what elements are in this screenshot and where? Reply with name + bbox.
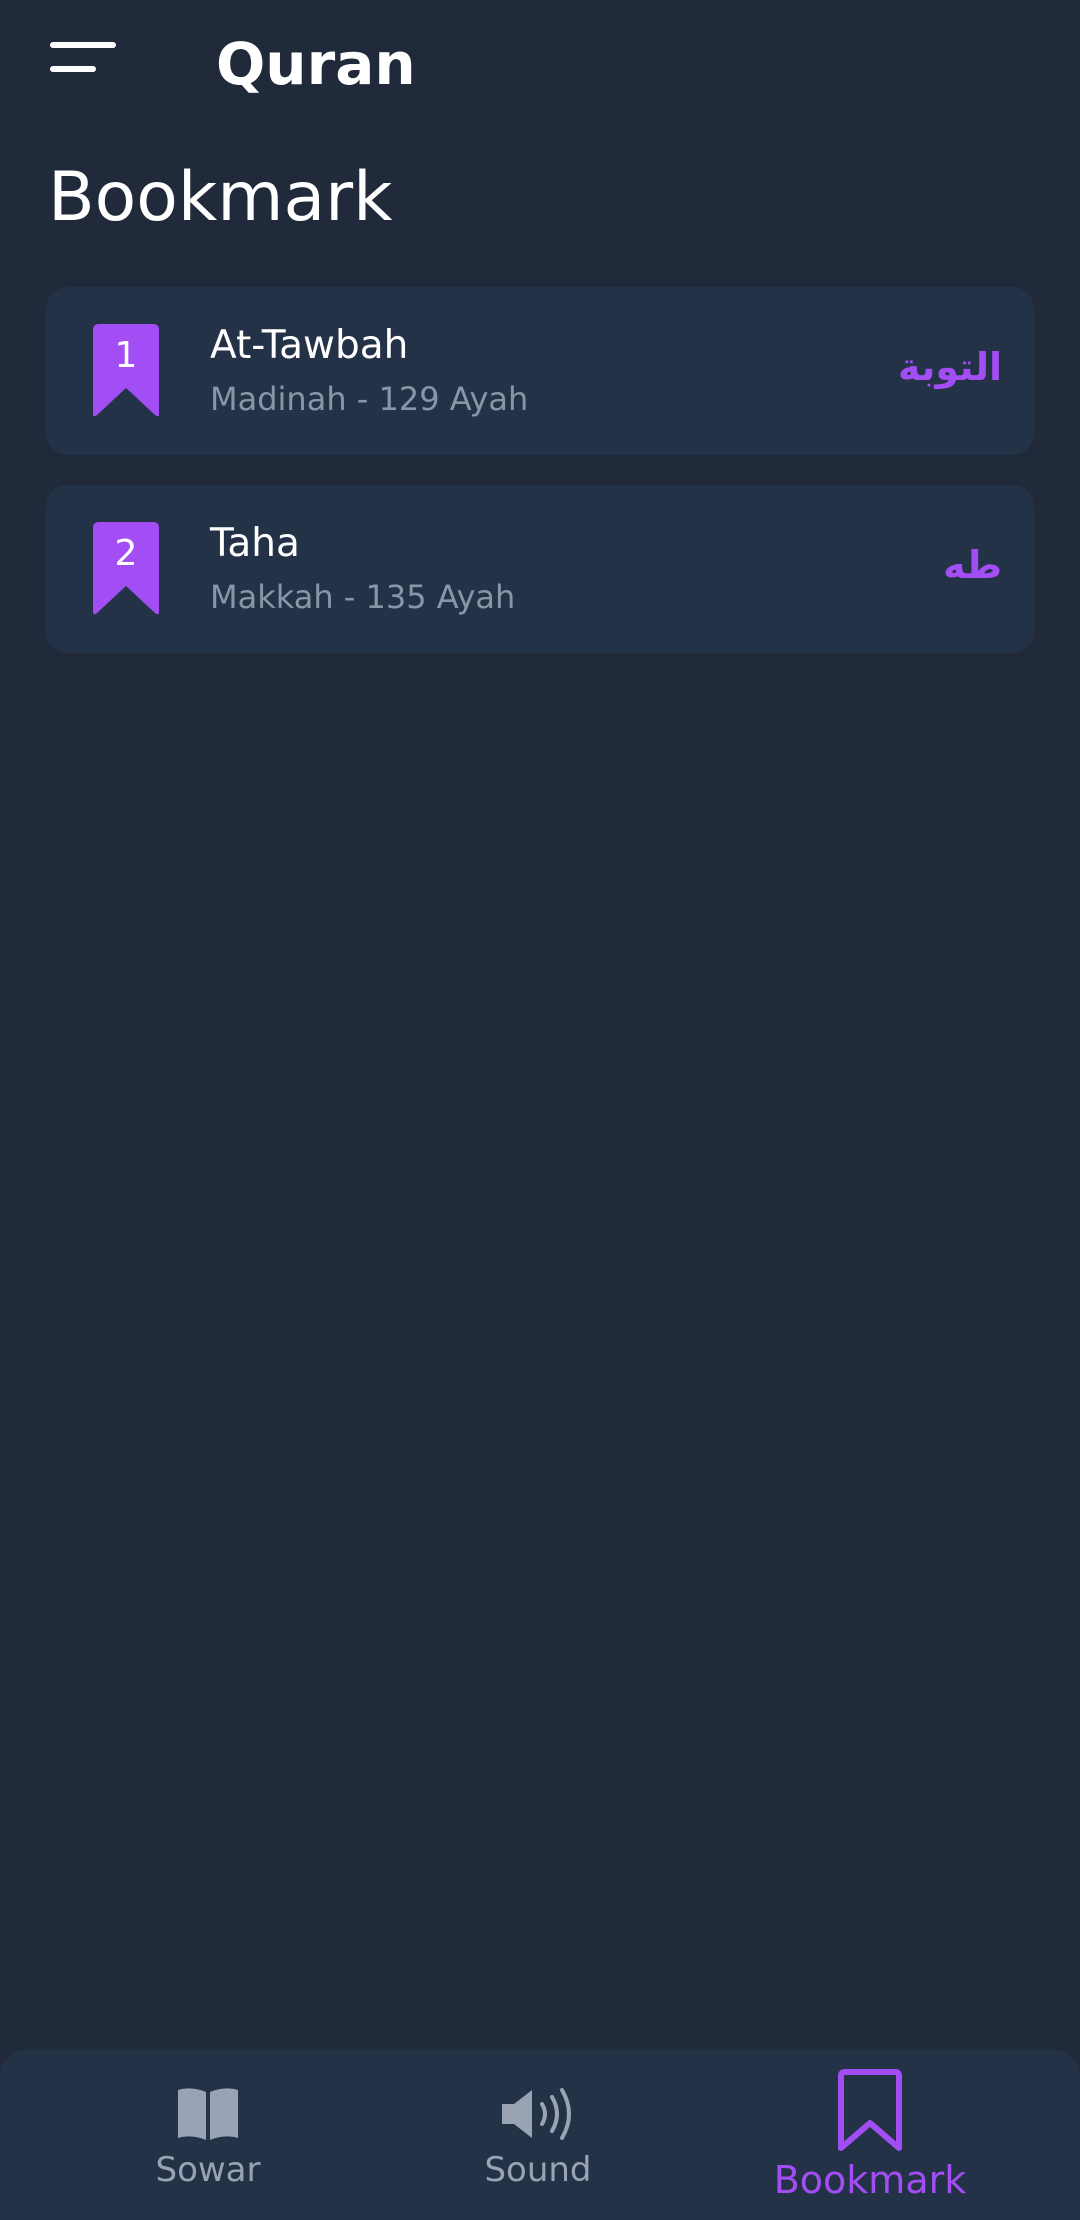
page-title: Bookmark (48, 158, 393, 237)
surah-arabic-name: التوبة (898, 345, 1002, 389)
bottom-navigation: Sowar Sound Bookmark (0, 2050, 1080, 2220)
surah-name: At-Tawbah (210, 323, 409, 368)
bookmark-badge: 2 (93, 522, 159, 616)
nav-sound-label: Sound (484, 2150, 592, 2190)
app-screen: Quran Bookmark 1 At-Tawbah Madinah - 129… (0, 0, 1080, 2220)
bookmark-number: 1 (114, 335, 138, 376)
menu-icon (50, 42, 116, 48)
speaker-icon (502, 2088, 571, 2140)
bookmark-item[interactable]: 2 Taha Makkah - 135 Ayah طه (46, 485, 1034, 653)
nav-bookmark[interactable]: Bookmark (720, 2050, 1020, 2220)
bookmark-icon (838, 2069, 902, 2151)
nav-bookmark-label: Bookmark (773, 2158, 967, 2202)
surah-info: Makkah - 135 Ayah (210, 578, 516, 616)
book-icon (178, 2088, 238, 2140)
bookmark-item[interactable]: 1 At-Tawbah Madinah - 129 Ayah التوبة (46, 287, 1034, 455)
bookmark-number: 2 (114, 533, 138, 574)
surah-arabic-name: طه (943, 543, 1002, 587)
nav-sowar-label: Sowar (155, 2150, 261, 2190)
bookmark-list: 1 At-Tawbah Madinah - 129 Ayah التوبة 2 … (46, 287, 1034, 683)
surah-name: Taha (210, 521, 300, 566)
surah-info: Madinah - 129 Ayah (210, 380, 529, 418)
bookmark-badge: 1 (93, 324, 159, 418)
top-bar: Quran (0, 0, 1080, 130)
nav-sowar[interactable]: Sowar (58, 2050, 358, 2220)
menu-button[interactable] (40, 34, 120, 90)
app-title: Quran (216, 30, 416, 98)
nav-sound[interactable]: Sound (388, 2050, 688, 2220)
menu-icon-line (50, 66, 96, 72)
